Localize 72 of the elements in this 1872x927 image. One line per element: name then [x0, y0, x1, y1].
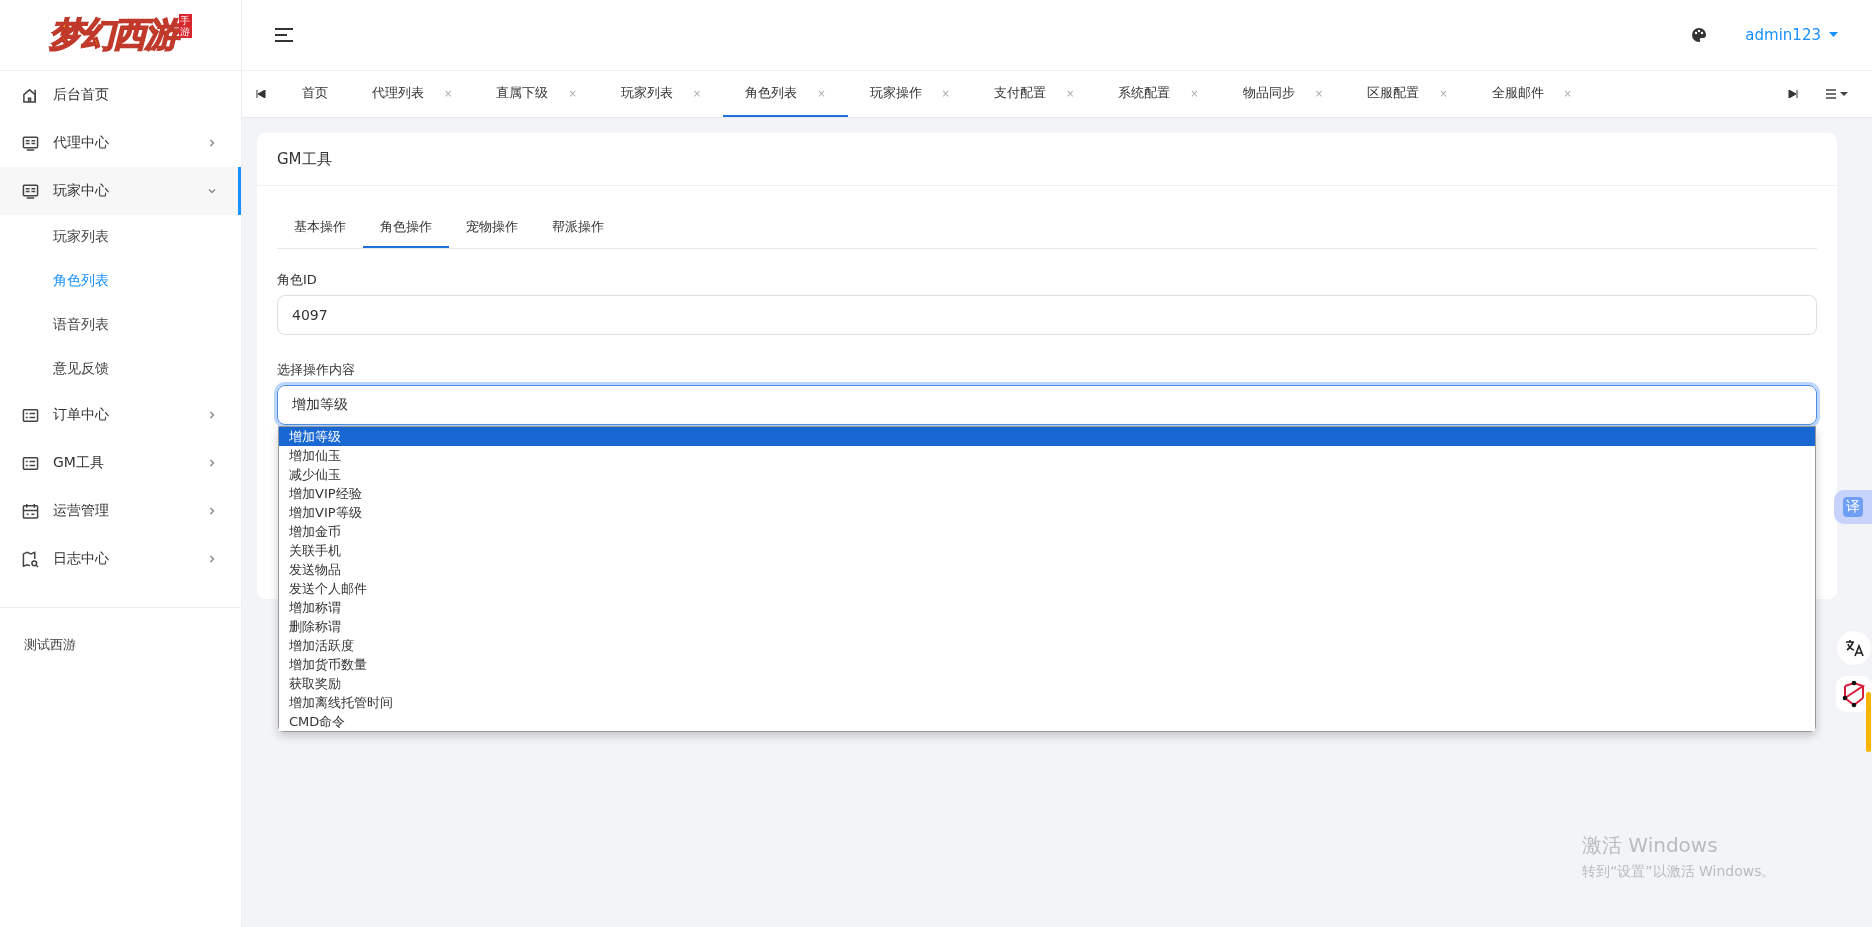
sidebar-item[interactable]: 后台首页: [0, 71, 241, 119]
dropdown-option[interactable]: 删除称谓: [279, 617, 1815, 636]
dropdown-option[interactable]: 减少仙玉: [279, 465, 1815, 484]
activation-title: 激活 Windows: [1582, 832, 1719, 859]
dropdown-option[interactable]: 增加离线托管时间: [279, 693, 1815, 712]
field-label: 选择操作内容: [277, 361, 355, 379]
dropdown-option[interactable]: 获取奖励: [279, 674, 1815, 693]
tab[interactable]: 角色操作: [363, 208, 449, 248]
tab[interactable]: 基本操作: [277, 208, 363, 248]
page-tab[interactable]: 物品同步 ×: [1220, 71, 1346, 117]
dropdown-option[interactable]: 增加VIP等级: [279, 503, 1815, 522]
sidebar-label: 后台首页: [53, 86, 110, 104]
sidebar-label: 订单中心: [53, 406, 110, 424]
caret-icon: [1829, 32, 1838, 38]
monitor-icon: [22, 182, 39, 200]
page-tab[interactable]: 全服邮件 ×: [1469, 71, 1594, 117]
select-field[interactable]: 增加等级: [277, 385, 1817, 425]
sidebar-label: GM工具: [53, 454, 105, 472]
page-tab[interactable]: 角色列表 ×: [723, 71, 848, 117]
sidebar-label: 运营管理: [53, 502, 110, 520]
page-tab[interactable]: 玩家操作 ×: [847, 71, 972, 117]
page-tab[interactable]: 区服配置 ×: [1345, 71, 1470, 117]
dropdown-option[interactable]: CMD命令: [279, 712, 1815, 731]
dropdown-option[interactable]: 增加VIP经验: [279, 484, 1815, 503]
calendar-icon: [22, 502, 39, 520]
chevron-icon: [208, 187, 216, 195]
card-title: GM工具: [257, 133, 1837, 186]
monitor-icon: [22, 134, 39, 152]
home-icon: [22, 86, 39, 104]
page-tab[interactable]: 首页: [280, 71, 350, 117]
dropdown-option[interactable]: 发送物品: [279, 560, 1815, 579]
chevron-icon: [208, 139, 216, 147]
sidebar-item[interactable]: 日志中心: [0, 535, 241, 583]
list-icon: [22, 406, 39, 424]
page-tab[interactable]: 代理列表 ×: [350, 71, 475, 117]
dropdown-option[interactable]: 发送个人邮件: [279, 579, 1815, 598]
sidebar-footer: 测试西游: [0, 608, 241, 682]
sidebar-item[interactable]: 玩家中心: [0, 167, 241, 215]
sidebar-label: 玩家中心: [53, 182, 110, 200]
sidebar-item[interactable]: 代理中心: [0, 119, 241, 167]
tab[interactable]: 宠物操作: [449, 208, 535, 248]
translate-icon[interactable]: [1836, 630, 1872, 666]
page-tab[interactable]: 玩家列表 ×: [598, 71, 724, 117]
chevron-icon: [208, 555, 216, 563]
sidebar-label: 代理中心: [53, 134, 110, 152]
input-field[interactable]: 4097: [277, 295, 1817, 335]
sidebar-subitem[interactable]: 意见反馈: [0, 347, 241, 391]
sidebar-item[interactable]: GM工具: [0, 439, 241, 487]
page-tab[interactable]: 系统配置 ×: [1096, 71, 1221, 117]
network-icon[interactable]: [1836, 676, 1872, 754]
dropdown-option[interactable]: 增加称谓: [279, 598, 1815, 617]
sidebar-label: 日志中心: [53, 550, 110, 568]
dropdown-option[interactable]: 关联手机: [279, 541, 1815, 560]
chevron-icon: [208, 459, 216, 467]
field-label: 角色ID: [277, 271, 317, 289]
dropdown-option[interactable]: 增加等级: [279, 427, 1815, 446]
sidebar-item[interactable]: 运营管理: [0, 487, 241, 535]
dropdown-option[interactable]: 增加仙玉: [279, 446, 1815, 465]
sidebar-subitem[interactable]: 语音列表: [0, 303, 241, 347]
chevron-icon: [208, 507, 216, 515]
list-icon: [22, 454, 39, 472]
sidebar-subitem[interactable]: 玩家列表: [0, 215, 241, 259]
page-tab[interactable]: 支付配置 ×: [971, 71, 1097, 117]
page-tab[interactable]: 直属下级 ×: [474, 71, 599, 117]
dropdown-option[interactable]: 增加金币: [279, 522, 1815, 541]
dropdown-option[interactable]: 增加活跃度: [279, 636, 1815, 655]
tab[interactable]: 帮派操作: [535, 208, 621, 248]
map-icon: [22, 550, 39, 568]
sidebar-item[interactable]: 订单中心: [0, 391, 241, 439]
chevron-icon: [208, 411, 216, 419]
logo-tag: 手游: [179, 14, 192, 38]
dropdown-option[interactable]: 增加货币数量: [279, 655, 1815, 674]
